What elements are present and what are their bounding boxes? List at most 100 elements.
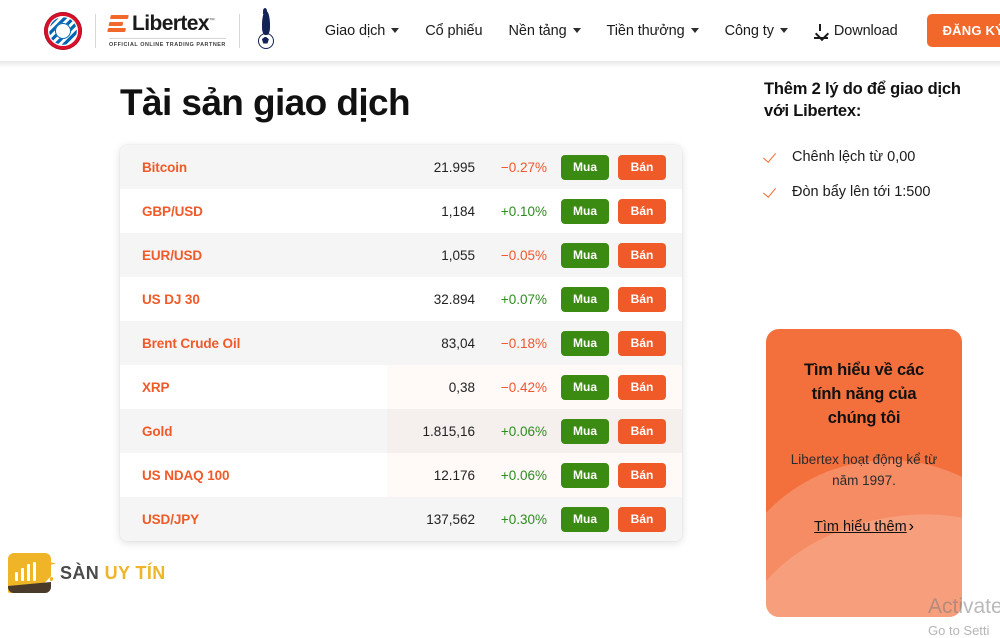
san-uy-tin-brand: SÀN UY TÍN <box>8 553 166 593</box>
nav-label: Nền tảng <box>508 22 567 39</box>
sidebar: Thêm 2 lý do để giao dịch với Libertex: … <box>764 79 974 200</box>
table-row[interactable]: GBP/USD 1,184 +0.10% Mua Bán <box>120 189 682 233</box>
asset-name: USD/JPY <box>142 511 200 527</box>
reason-label: Chênh lệch từ 0,00 <box>792 148 916 165</box>
asset-price: 1.815,16 <box>422 423 475 439</box>
asset-name: US DJ 30 <box>142 291 200 307</box>
buy-button[interactable]: Mua <box>561 418 609 444</box>
asset-price: 0,38 <box>448 379 475 395</box>
brand-text-1: SÀN <box>60 562 105 583</box>
libertex-bars-icon <box>107 15 129 32</box>
signup-button[interactable]: ĐĂNG KÝ <box>926 14 1000 47</box>
nav-label: Giao dịch <box>324 22 386 39</box>
asset-name: Bitcoin <box>142 159 188 175</box>
nav-item-tien-thuong[interactable]: Tiền thưởng <box>594 23 712 39</box>
table-row[interactable]: US NDAQ 100 12.176 +0.06% Mua Bán <box>120 453 682 497</box>
libertex-logo[interactable]: Libertex™ OFFICIAL ONLINE TRADING PARTNE… <box>107 12 226 48</box>
asset-name: GBP/USD <box>142 203 203 219</box>
brand-wordmark: SÀN UY TÍN <box>60 563 166 584</box>
brand-text-2: UY TÍN <box>104 562 166 583</box>
tottenham-hotspur-crest-icon <box>253 7 279 51</box>
table-row[interactable]: Gold 1.815,16 +0.06% Mua Bán <box>120 409 682 453</box>
asset-change: −0.27% <box>500 159 547 175</box>
asset-change: +0.30% <box>500 511 547 527</box>
asset-price: 137,562 <box>426 511 475 527</box>
buy-button[interactable]: Mua <box>561 506 609 532</box>
nav-item-nen-tang[interactable]: Nền tảng <box>495 23 593 39</box>
nav-item-cong-ty[interactable]: Công ty <box>712 23 801 39</box>
asset-change: −0.42% <box>500 379 547 395</box>
nav-item-download[interactable]: Download <box>801 23 911 39</box>
nav-item-giao-dich[interactable]: Giao dịch <box>312 23 412 39</box>
logo-divider-2 <box>238 13 240 48</box>
asset-name: US NDAQ 100 <box>142 467 230 483</box>
table-row[interactable]: EUR/USD 1,055 −0.05% Mua Bán <box>120 233 682 277</box>
nav-label: Công ty <box>724 22 774 39</box>
asset-name: XRP <box>142 379 170 395</box>
asset-change: −0.18% <box>500 335 547 351</box>
reasons-list: Chênh lệch từ 0,00 Đòn bẩy lên tới 1:500 <box>764 149 974 200</box>
main-navigation: Giao dịch Cổ phiếu Nền tảng Tiền thưởng … <box>312 14 1000 47</box>
buy-button[interactable]: Mua <box>561 374 609 400</box>
chevron-right-icon: › <box>908 518 914 536</box>
asset-price: 1,184 <box>441 203 475 219</box>
asset-name: Brent Crude Oil <box>142 335 241 351</box>
table-row[interactable]: Brent Crude Oil 83,04 −0.18% Mua Bán <box>120 321 682 365</box>
sell-button[interactable]: Bán <box>618 374 666 400</box>
nav-label: Cổ phiếu <box>425 22 483 39</box>
site-header: Libertex™ OFFICIAL ONLINE TRADING PARTNE… <box>0 0 1000 68</box>
check-icon <box>764 149 779 164</box>
sell-button[interactable]: Bán <box>618 462 666 488</box>
sell-button[interactable]: Bán <box>618 330 666 356</box>
chevron-down-icon <box>572 28 581 33</box>
sell-button[interactable]: Bán <box>618 242 666 268</box>
promo-heading: Tìm hiểu về các tính năng của chúng tôi <box>804 361 924 427</box>
libertex-wordmark: Libertex™ <box>132 12 215 35</box>
buy-button[interactable]: Mua <box>561 286 609 312</box>
reason-label: Đòn bẩy lên tới 1:500 <box>792 183 931 200</box>
libertex-wordmark-row: Libertex™ <box>107 12 226 35</box>
logo-cluster: Libertex™ OFFICIAL ONLINE TRADING PARTNE… <box>44 7 279 54</box>
watermark-line-2: Go to Setti <box>928 623 990 638</box>
asset-change: −0.05% <box>500 247 547 263</box>
sell-button[interactable]: Bán <box>618 286 666 312</box>
bar-chart-logo-icon <box>8 553 56 593</box>
asset-name: EUR/USD <box>142 247 203 263</box>
buy-button[interactable]: Mua <box>561 242 609 268</box>
logo-divider <box>95 13 96 48</box>
nav-label: Tiền thưởng <box>606 22 685 39</box>
sell-button[interactable]: Bán <box>618 506 666 532</box>
asset-name: Gold <box>142 423 173 439</box>
fc-bayern-crest-icon <box>44 11 82 50</box>
sell-button[interactable]: Bán <box>618 418 666 444</box>
asset-price: 1,055 <box>441 247 475 263</box>
reasons-title: Thêm 2 lý do để giao dịch với Libertex: <box>764 80 961 120</box>
chevron-down-icon <box>391 28 400 33</box>
asset-change: +0.07% <box>500 291 547 307</box>
buy-button[interactable]: Mua <box>561 462 609 488</box>
asset-change: +0.10% <box>500 203 547 219</box>
nav-item-co-phieu[interactable]: Cổ phiếu <box>412 23 495 39</box>
sell-button[interactable]: Bán <box>618 154 666 180</box>
buy-button[interactable]: Mua <box>561 154 609 180</box>
page-title: Tài sản giao dịch <box>120 82 411 123</box>
trademark-symbol: ™ <box>208 18 215 24</box>
asset-price: 12.176 <box>433 467 475 483</box>
promo-content: Tìm hiểu về các tính năng của chúng tôi … <box>766 329 962 536</box>
table-row[interactable]: US DJ 30 32.894 +0.07% Mua Bán <box>120 277 682 321</box>
asset-change: +0.06% <box>500 423 547 439</box>
learn-more-label: Tìm hiểu thêm <box>814 519 907 536</box>
chevron-down-icon <box>779 28 788 33</box>
nav-label: Download <box>833 22 898 39</box>
buy-button[interactable]: Mua <box>561 330 609 356</box>
learn-more-link[interactable]: Tìm hiểu thêm <box>814 519 907 535</box>
table-row[interactable]: Bitcoin 21.995 −0.27% Mua Bán <box>120 145 682 189</box>
buy-button[interactable]: Mua <box>561 198 609 224</box>
promo-card[interactable]: Tìm hiểu về các tính năng của chúng tôi … <box>766 329 962 617</box>
table-row[interactable]: USD/JPY 137,562 +0.30% Mua Bán <box>120 497 682 541</box>
sell-button[interactable]: Bán <box>618 198 666 224</box>
asset-change: +0.06% <box>500 467 547 483</box>
promo-body-text: Libertex hoạt động kể từ năm 1997. <box>790 452 938 488</box>
table-row[interactable]: XRP 0,38 −0.42% Mua Bán <box>120 365 682 409</box>
asset-price: 21.995 <box>433 159 475 175</box>
